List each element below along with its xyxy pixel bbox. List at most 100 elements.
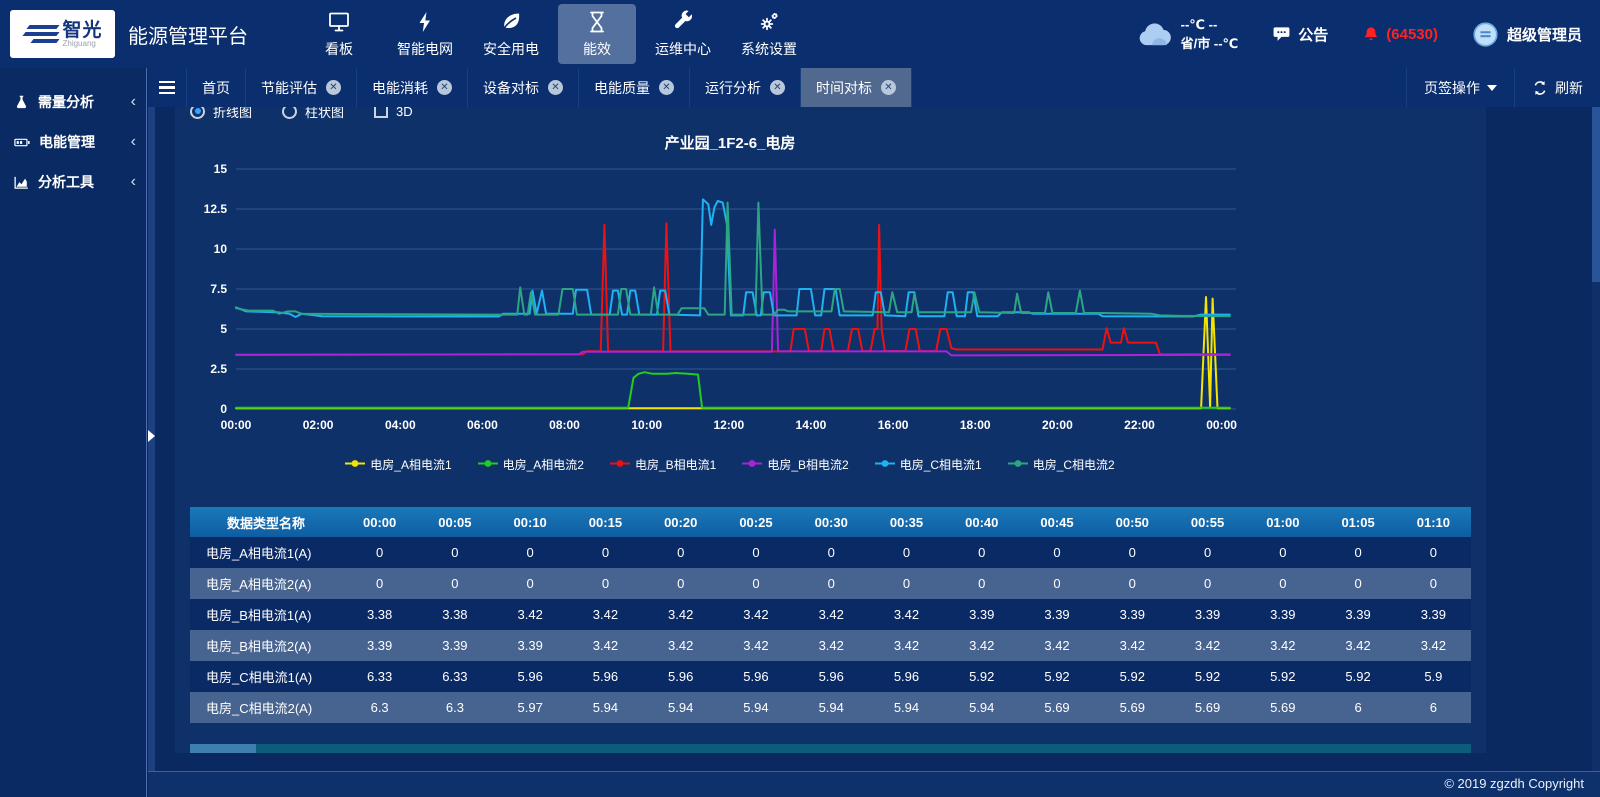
option-label: 折线图 [213,107,252,121]
legend-item-电房_A相电流2[interactable]: 电房_A相电流2 [478,456,584,473]
cell-value: 0 [1320,537,1395,568]
cell-value: 0 [944,537,1019,568]
tab-节能评估[interactable]: 节能评估✕ [246,68,357,107]
sidebar-item-电能管理[interactable]: 电能管理‹ [0,122,146,162]
cell-value: 0 [1245,568,1320,599]
cell-value: 3.42 [869,630,944,661]
cell-value: 3.39 [342,630,417,661]
nav-item-安全用电[interactable]: 安全用电 [472,4,550,64]
tab-close-icon[interactable]: ✕ [548,80,563,95]
sidebar-item-需量分析[interactable]: 需量分析‹ [0,82,146,122]
tab-close-icon[interactable]: ✕ [326,80,341,95]
cell-value: 5.96 [794,661,869,692]
cell-value: 5.94 [718,692,793,723]
svg-text:10: 10 [214,242,228,256]
page-vscrollbar-track[interactable] [1592,107,1600,771]
alarm-button[interactable]: (64530) [1362,25,1438,44]
table-hscrollbar-track[interactable] [190,744,1471,753]
tab-设备对标[interactable]: 设备对标✕ [468,68,579,107]
nav-item-label: 看板 [325,39,353,59]
sidebar: 需量分析‹电能管理‹分析工具‹ [0,68,147,797]
tab-label: 运行分析 [705,78,761,98]
svg-text:00:00: 00:00 [221,418,252,432]
radio-icon[interactable] [282,107,297,119]
cell-value: 5.96 [718,661,793,692]
notice-button[interactable]: 公告 [1272,24,1328,45]
cell-value: 3.42 [718,630,793,661]
option-label: 柱状图 [305,107,344,121]
data-table-wrap: 数据类型名称00:0000:0500:1000:1500:2000:2500:3… [190,507,1471,753]
svg-text:02:00: 02:00 [303,418,334,432]
row-label: 电房_B相电流2(A) [190,630,342,661]
table-hscrollbar-thumb[interactable] [190,744,256,753]
legend-item-电房_B相电流1[interactable]: 电房_B相电流1 [610,456,716,473]
legend-item-电房_B相电流2[interactable]: 电房_B相电流2 [742,456,848,473]
tab-close-icon[interactable]: ✕ [659,80,674,95]
tab-时间对标[interactable]: 时间对标✕ [801,68,912,107]
legend-label: 电房_C相电流2 [1033,456,1115,473]
footer: © 2019 zgzdh Copyright [148,771,1600,797]
tab-首页[interactable]: 首页 [187,68,246,107]
table-row-电房_C相电流2(A): 电房_C相电流2(A)6.36.35.975.945.945.945.945.9… [190,692,1471,723]
nav-item-智能电网[interactable]: 智能电网 [386,4,464,64]
checkbox-icon[interactable] [374,107,388,118]
sidebar-item-分析工具[interactable]: 分析工具‹ [0,162,146,202]
top-header: 智光 Zhiguang 能源管理平台 看板智能电网安全用电能效运维中心系统设置 … [0,0,1600,68]
tab-close-icon[interactable]: ✕ [437,80,452,95]
svg-text:06:00: 06:00 [467,418,498,432]
refresh-label: 刷新 [1555,78,1583,98]
cell-value: 3.42 [568,599,643,630]
tab-operations-dropdown[interactable]: 页签操作 [1406,68,1514,107]
refresh-button[interactable]: 刷新 [1514,68,1600,107]
radio-折线图[interactable]: 折线图 [190,107,252,121]
column-header: 00:05 [417,507,492,537]
checkbox-3D[interactable]: 3D [374,107,413,119]
nav-item-label: 能效 [583,39,611,59]
legend-item-电房_C相电流1[interactable]: 电房_C相电流1 [875,456,982,473]
nav-item-运维中心[interactable]: 运维中心 [644,4,722,64]
column-header: 00:30 [794,507,869,537]
cell-value: 3.39 [493,630,568,661]
legend-marker-icon [875,457,895,471]
tab-close-icon[interactable]: ✕ [770,80,785,95]
table-row-电房_A相电流2(A): 电房_A相电流2(A)000000000000000 [190,568,1471,599]
main-content: 折线图柱状图3D 产业园_1F2-6_电房 02.557.51012.51500… [148,107,1600,771]
legend-item-电房_C相电流2[interactable]: 电房_C相电流2 [1008,456,1115,473]
tab-电能消耗[interactable]: 电能消耗 ✕ [357,68,468,107]
nav-item-系统设置[interactable]: 系统设置 [730,4,808,64]
tab-label: 电能消耗 [372,78,428,98]
cell-value: 5.97 [493,692,568,723]
wrench-icon [671,10,695,34]
legend-marker-icon [1008,457,1028,471]
tab-运行分析[interactable]: 运行分析 ✕ [690,68,801,107]
legend-label: 电房_A相电流2 [503,456,584,473]
svg-text:2.5: 2.5 [210,362,227,376]
tab-电能质量[interactable]: 电能质量 ✕ [579,68,690,107]
nav-item-能效[interactable]: 能效 [558,4,636,64]
svg-text:7.5: 7.5 [210,282,227,296]
cell-value: 3.42 [944,630,1019,661]
tab-label: 电能质量 [594,78,650,98]
row-label: 电房_A相电流2(A) [190,568,342,599]
cell-value: 6.33 [342,661,417,692]
column-header: 00:10 [493,507,568,537]
chart-line-电房_C相电流2 [236,203,1230,317]
user-menu[interactable]: 超级管理员 [1472,21,1582,48]
page-vscrollbar-thumb[interactable] [1592,107,1600,282]
tab-close-icon[interactable]: ✕ [881,80,896,95]
nav-item-label: 智能电网 [397,39,453,59]
cell-value: 3.38 [417,599,492,630]
radio-icon[interactable] [190,107,205,119]
cell-value: 3.42 [1320,630,1395,661]
cell-value: 6 [1396,692,1471,723]
notice-label: 公告 [1298,24,1328,45]
panel-collapse-strip[interactable] [148,107,155,771]
copyright-text: © 2019 zgzdh Copyright [1444,776,1584,791]
radio-柱状图[interactable]: 柱状图 [282,107,344,121]
hamburger-menu-icon[interactable] [148,68,187,107]
cell-value: 5.92 [1245,661,1320,692]
collapse-arrow-icon[interactable] [148,430,155,442]
nav-item-看板[interactable]: 看板 [300,4,378,64]
legend-item-电房_A相电流1[interactable]: 电房_A相电流1 [345,456,451,473]
cell-value: 5.69 [1095,692,1170,723]
